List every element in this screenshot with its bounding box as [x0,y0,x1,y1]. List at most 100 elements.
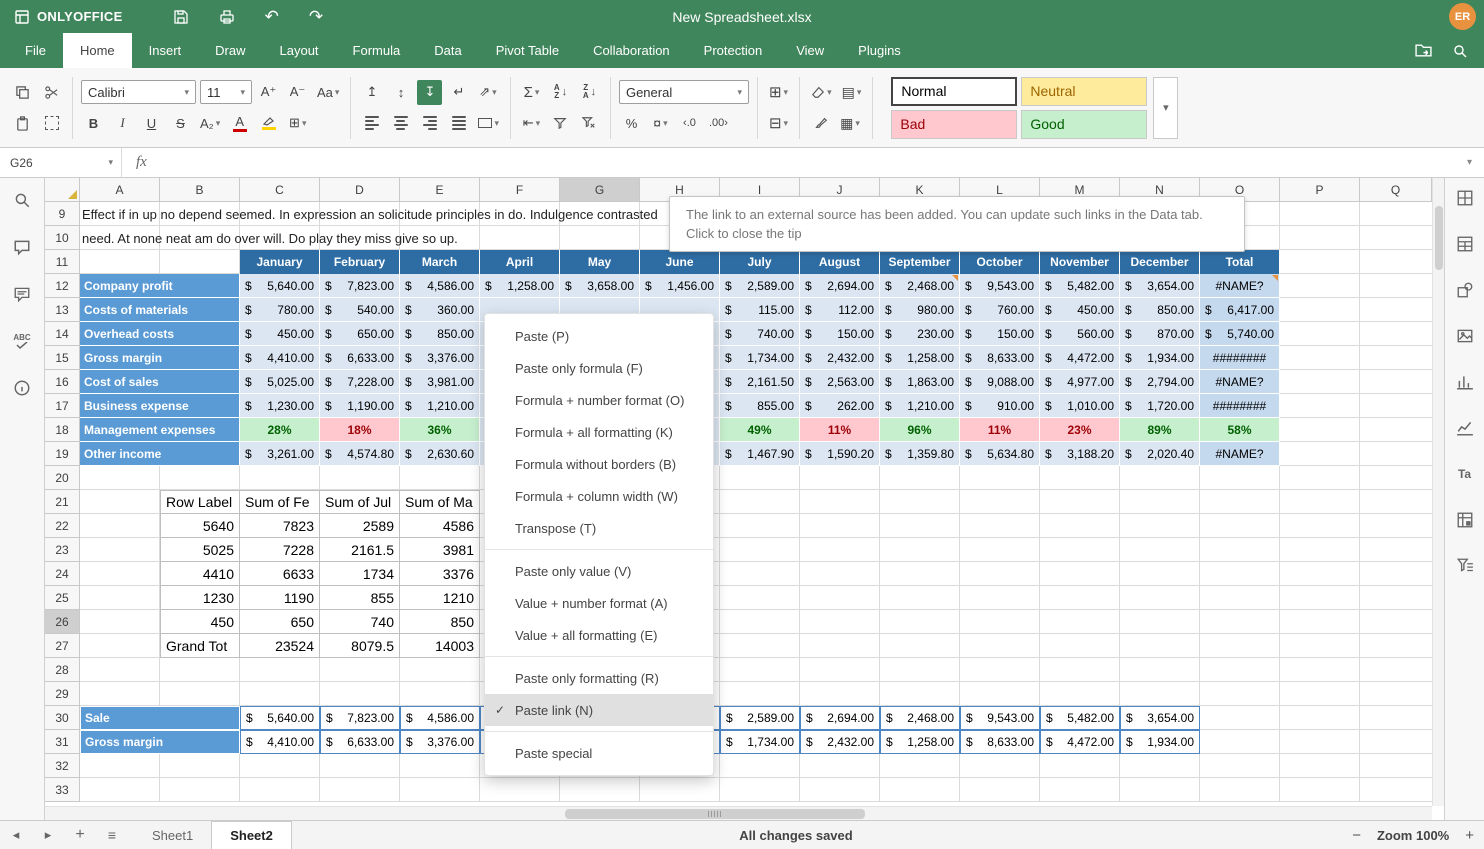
data-cell[interactable]: $150.00 [960,322,1040,346]
cell-name-box[interactable]: G26 ▾ [0,148,122,177]
strikethrough-button[interactable]: S [168,111,193,136]
bold-button[interactable]: B [81,111,106,136]
data-cell[interactable]: $980.00 [880,298,960,322]
row-header-26[interactable]: 26 [45,610,80,634]
paste-menu-item-paste-only-formula-f-[interactable]: Paste only formula (F) [485,352,713,384]
data-cell[interactable]: $1,467.90 [720,442,800,466]
row-label-other-income[interactable]: Other income [80,442,240,466]
data-cell[interactable]: $6,417.00 [1200,298,1280,322]
pivot-cell[interactable]: 7228 [240,538,320,562]
paste-menu-item-formula-number-format-o-[interactable]: Formula + number format (O) [485,384,713,416]
image-settings-icon[interactable] [1451,324,1479,348]
row-label-cost-of-sales[interactable]: Cost of sales [80,370,240,394]
pivot-cell[interactable]: 3376 [400,562,480,586]
row-header-15[interactable]: 15 [45,346,80,370]
cell-style-neutral[interactable]: Neutral [1021,77,1147,106]
sheet-tab-sheet1[interactable]: Sheet1 [134,821,211,849]
search-icon[interactable] [1452,43,1468,59]
pivot-cell[interactable]: 3981 [400,538,480,562]
cell-settings-icon[interactable] [1451,186,1479,210]
data-cell[interactable]: $450.00 [240,322,320,346]
row-header-12[interactable]: 12 [45,274,80,298]
menu-tab-layout[interactable]: Layout [263,33,336,68]
data-cell[interactable]: ######## [1200,394,1280,418]
row-header-25[interactable]: 25 [45,586,80,610]
row-label-management-expenses[interactable]: Management expenses [80,418,240,442]
pivot-header-sum-of-ma[interactable]: Sum of Ma [400,490,480,514]
pivot-cell[interactable]: 23524 [240,634,320,658]
column-header-C[interactable]: C [240,178,320,202]
textart-settings-icon[interactable]: Ta [1451,462,1479,486]
paste-menu-item-value-all-formatting-e-[interactable]: Value + all formatting (E) [485,619,713,651]
paste-menu-item-paste-link-n-[interactable]: ✓Paste link (N) [485,694,713,726]
data-cell[interactable]: $9,543.00 [960,274,1040,298]
select-all-corner[interactable] [45,178,80,202]
paste-menu-item-paste-only-value-v-[interactable]: Paste only value (V) [485,555,713,587]
row-header-30[interactable]: 30 [45,706,80,730]
data-cell[interactable]: $650.00 [320,322,400,346]
month-header-july[interactable]: July [720,250,800,274]
data-cell[interactable]: $1,456.00 [640,274,720,298]
add-sheet-button[interactable]: + [64,821,96,849]
data-cell[interactable]: $4,410.00 [240,730,320,754]
month-header-april[interactable]: April [480,250,560,274]
percent-cell[interactable]: 58% [1200,418,1280,442]
percent-cell[interactable]: 18% [320,418,400,442]
row-header-22[interactable]: 22 [45,514,80,538]
data-cell[interactable]: $112.00 [800,298,880,322]
row-label-overhead-costs[interactable]: Overhead costs [80,322,240,346]
data-cell[interactable]: $4,586.00 [400,706,480,730]
pivot-cell[interactable]: 1190 [240,586,320,610]
pivot-cell[interactable]: 5025 [160,538,240,562]
data-cell[interactable]: $870.00 [1120,322,1200,346]
data-cell[interactable]: $6,633.00 [320,346,400,370]
data-cell[interactable]: $6,633.00 [320,730,400,754]
about-icon[interactable] [8,376,36,400]
row-header-16[interactable]: 16 [45,370,80,394]
menu-tab-home[interactable]: Home [63,33,132,68]
row-header-33[interactable]: 33 [45,778,80,802]
data-cell[interactable]: $360.00 [400,298,480,322]
zoom-in-button[interactable]: + [1465,827,1474,844]
slicer-settings-icon[interactable] [1451,554,1479,578]
pivot-cell[interactable]: Grand Tot [160,634,240,658]
font-name-select[interactable]: Calibri▾ [81,80,196,104]
wrap-text-button[interactable]: ↵ [446,80,471,105]
menu-tab-protection[interactable]: Protection [687,33,780,68]
data-cell[interactable]: $5,025.00 [240,370,320,394]
increase-font-button[interactable]: A⁺ [256,80,281,105]
pivot-settings-icon[interactable] [1451,508,1479,532]
pivot-cell[interactable]: 2589 [320,514,400,538]
pivot-cell[interactable]: 4410 [160,562,240,586]
data-cell[interactable]: $3,981.00 [400,370,480,394]
data-cell[interactable]: $1,210.00 [880,394,960,418]
data-cell[interactable]: $150.00 [800,322,880,346]
subscript-button[interactable]: A₂▾ [197,111,223,136]
menu-tab-collaboration[interactable]: Collaboration [576,33,687,68]
column-header-G[interactable]: G [560,178,640,202]
percent-cell[interactable]: 89% [1120,418,1200,442]
percent-cell[interactable]: 11% [960,418,1040,442]
user-avatar[interactable]: ER [1449,3,1476,30]
menu-tab-file[interactable]: File [8,33,63,68]
row-label-company-profit[interactable]: Company profit [80,274,240,298]
data-cell[interactable]: $1,934.00 [1120,346,1200,370]
data-cell[interactable]: ######## [1200,346,1280,370]
percent-cell[interactable]: 11% [800,418,880,442]
percent-style-button[interactable]: % [619,111,644,136]
named-ranges-button[interactable]: ▤▾ [839,80,865,105]
data-cell[interactable]: $9,543.00 [960,706,1040,730]
data-cell[interactable]: $5,640.00 [240,706,320,730]
data-cell[interactable]: $780.00 [240,298,320,322]
row-header-24[interactable]: 24 [45,562,80,586]
vertical-scrollbar[interactable] [1432,178,1444,806]
row-label-gross-margin[interactable]: Gross margin [80,730,240,754]
pivot-cell[interactable]: 650 [240,610,320,634]
column-header-P[interactable]: P [1280,178,1360,202]
data-cell[interactable]: $5,740.00 [1200,322,1280,346]
menu-tab-draw[interactable]: Draw [198,33,262,68]
percent-cell[interactable]: 96% [880,418,960,442]
autosum-button[interactable]: Σ▾ [519,80,544,105]
cell-text-overflow[interactable]: need. At none neat am do over will. Do p… [82,226,458,250]
percent-cell[interactable]: 49% [720,418,800,442]
